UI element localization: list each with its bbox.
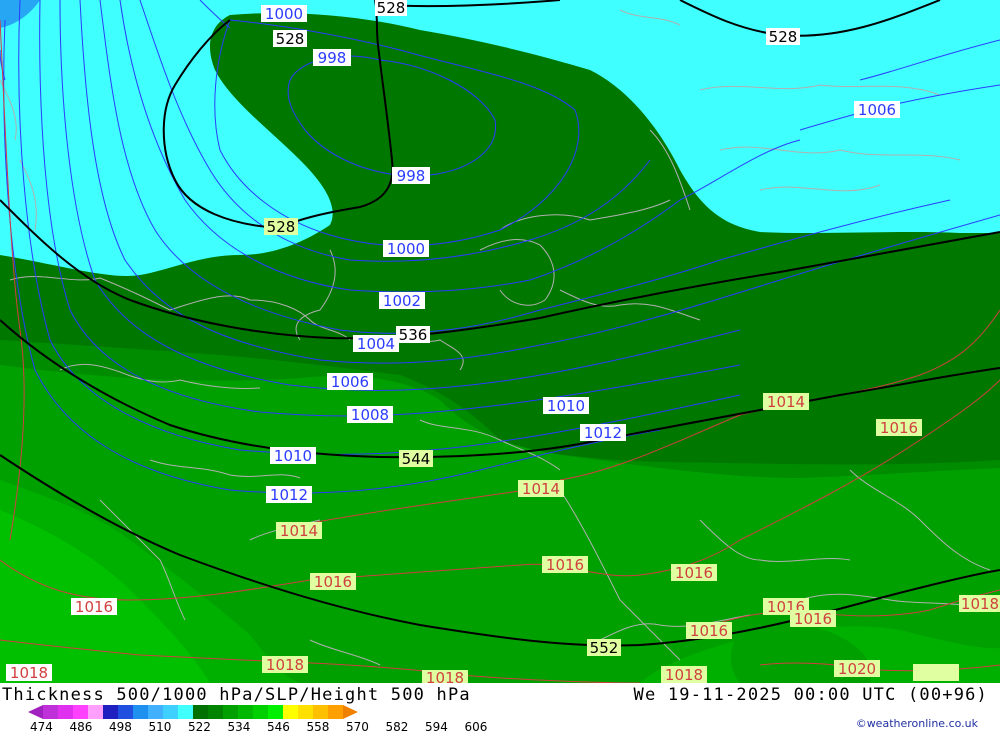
isobar-label: 1000 (387, 240, 425, 258)
color-scale-swatch (193, 705, 208, 719)
height-label: 528 (769, 28, 798, 46)
color-scale-swatch (328, 705, 343, 719)
color-scale-swatch (238, 705, 253, 719)
color-scale-tick: 522 (188, 720, 211, 734)
color-scale-swatch (178, 705, 193, 719)
color-scale-tick: 510 (148, 720, 172, 734)
isobar-label: 1016 (675, 564, 713, 582)
color-scale-swatch (298, 705, 313, 719)
height-label: 552 (590, 639, 619, 657)
color-scale-tick: 582 (385, 720, 409, 734)
map-canvas: 528 528 528 528 536 544 552 1000 998 998… (0, 0, 1000, 683)
color-scale-swatch (313, 705, 328, 719)
color-scale-swatch (223, 705, 238, 719)
isobar-label: 1002 (383, 292, 421, 310)
color-scale-swatch (73, 705, 88, 719)
color-scale-tick: 498 (109, 720, 132, 734)
height-label: 544 (402, 450, 431, 468)
color-scale-swatch (43, 705, 58, 719)
isobar-label: 1010 (547, 397, 585, 415)
color-scale-swatch (208, 705, 223, 719)
color-scale-tick: 594 (425, 720, 448, 734)
color-scale-swatch (103, 705, 118, 719)
isobar-label: 1016 (546, 556, 584, 574)
isobar-label: 1016 (690, 622, 728, 640)
height-label: 528 (276, 30, 305, 48)
forecast-datetime: We 19-11-2025 00:00 UTC (00+96) (633, 685, 988, 705)
height-label: 528 (267, 218, 296, 236)
isobar-label: 1014 (522, 480, 560, 498)
isobar-label: 998 (318, 49, 347, 67)
isobar-label: 1016 (75, 598, 113, 616)
color-scale-swatch (28, 705, 43, 719)
isobar-label: 1000 (265, 5, 303, 23)
color-scale-swatch (88, 705, 103, 719)
height-label: 536 (399, 326, 428, 344)
isobar-label: 1006 (858, 101, 896, 119)
isobar-label: 1012 (584, 424, 622, 442)
isobar-label: 1008 (351, 406, 389, 424)
isobar-label: 1020 (838, 660, 876, 678)
color-scale-swatch (148, 705, 163, 719)
isobar-label: 1006 (331, 373, 369, 391)
isobar-label: 1012 (270, 486, 308, 504)
isobar-label: 1018 (426, 669, 464, 683)
color-scale-tick: 570 (346, 720, 369, 734)
isobar-label: 1018 (10, 664, 48, 682)
color-scale-tick: 474 (30, 720, 53, 734)
color-scale (28, 705, 358, 719)
color-scale-swatch (133, 705, 148, 719)
color-scale-tick: 546 (267, 720, 290, 734)
isobar-label: 998 (397, 167, 426, 185)
color-scale-swatch (163, 705, 178, 719)
map-title: Thickness 500/1000 hPa/SLP/Height 500 hP… (2, 685, 471, 705)
color-scale-tick: 534 (227, 720, 251, 734)
color-scale-swatch (253, 705, 268, 719)
isobar-label: 1018 (961, 595, 999, 613)
isobar-label: 1016 (794, 610, 832, 628)
color-scale-swatch (343, 705, 358, 719)
isobar-label: 1014 (280, 522, 318, 540)
isobar-label: 1018 (266, 656, 304, 674)
color-scale-swatch (118, 705, 133, 719)
color-scale-swatch (58, 705, 73, 719)
color-scale-swatch (283, 705, 298, 719)
weather-map: 528 528 528 528 536 544 552 1000 998 998… (0, 0, 1000, 683)
isobar-label: 1010 (274, 447, 312, 465)
height-label: 528 (377, 0, 406, 17)
color-scale-swatch (268, 705, 283, 719)
isobar-label: 1016 (880, 419, 918, 437)
color-scale-tick: 558 (306, 720, 330, 734)
isobar-label: 1004 (357, 335, 395, 353)
color-scale-tick: 606 (464, 720, 488, 734)
map-footer: Thickness 500/1000 hPa/SLP/Height 500 hP… (0, 683, 1000, 734)
isobar-label: 1014 (767, 393, 805, 411)
credit-link[interactable]: ©weatheronline.co.uk (856, 717, 978, 730)
isobar-label: 1016 (314, 573, 352, 591)
color-scale-tick: 486 (69, 720, 93, 734)
isobar-label: 1018 (665, 666, 703, 683)
